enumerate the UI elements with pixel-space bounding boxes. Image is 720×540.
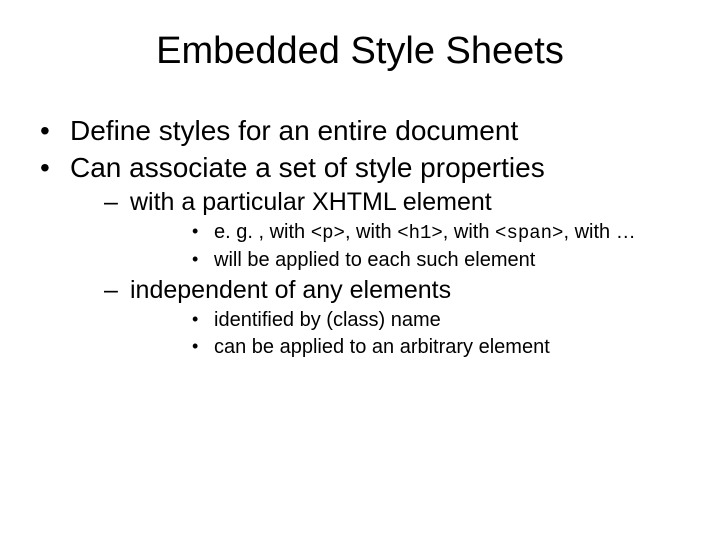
code-snippet: <span>	[495, 222, 563, 244]
bullet-text: can be applied to an arbitrary element	[214, 336, 550, 358]
bullet-text-part: e. g. , with	[214, 221, 311, 243]
slide-title: Embedded Style Sheets	[30, 30, 690, 73]
code-snippet: <p>	[311, 222, 345, 244]
bullet-l2-item: with a particular XHTML element e. g. , …	[70, 187, 690, 273]
bullet-list-level2: with a particular XHTML element e. g. , …	[70, 187, 690, 360]
bullet-text: identified by (class) name	[214, 309, 441, 331]
bullet-l3-item: e. g. , with <p>, with <h1>, with <span>…	[130, 220, 690, 246]
bullet-l1-item: Define styles for an entire document	[30, 113, 690, 148]
bullet-text-part: , with	[443, 221, 495, 243]
bullet-list-level1: Define styles for an entire document Can…	[30, 113, 690, 360]
bullet-list-level3: e. g. , with <p>, with <h1>, with <span>…	[130, 220, 690, 273]
bullet-l3-item: can be applied to an arbitrary element	[130, 335, 690, 360]
bullet-text: Define styles for an entire document	[70, 115, 518, 146]
slide: Embedded Style Sheets Define styles for …	[0, 0, 720, 540]
bullet-l3-item: identified by (class) name	[130, 308, 690, 333]
code-snippet: <h1>	[397, 222, 443, 244]
bullet-l2-item: independent of any elements identified b…	[70, 275, 690, 360]
bullet-text-part: , with …	[563, 221, 635, 243]
bullet-text-part: , with	[345, 221, 397, 243]
bullet-l3-item: will be applied to each such element	[130, 248, 690, 273]
bullet-text: Can associate a set of style properties	[70, 152, 545, 183]
bullet-text: independent of any elements	[130, 276, 451, 304]
bullet-l1-item: Can associate a set of style properties …	[30, 150, 690, 360]
bullet-list-level3: identified by (class) name can be applie…	[130, 308, 690, 360]
bullet-text: will be applied to each such element	[214, 249, 535, 271]
bullet-text: with a particular XHTML element	[130, 188, 492, 216]
